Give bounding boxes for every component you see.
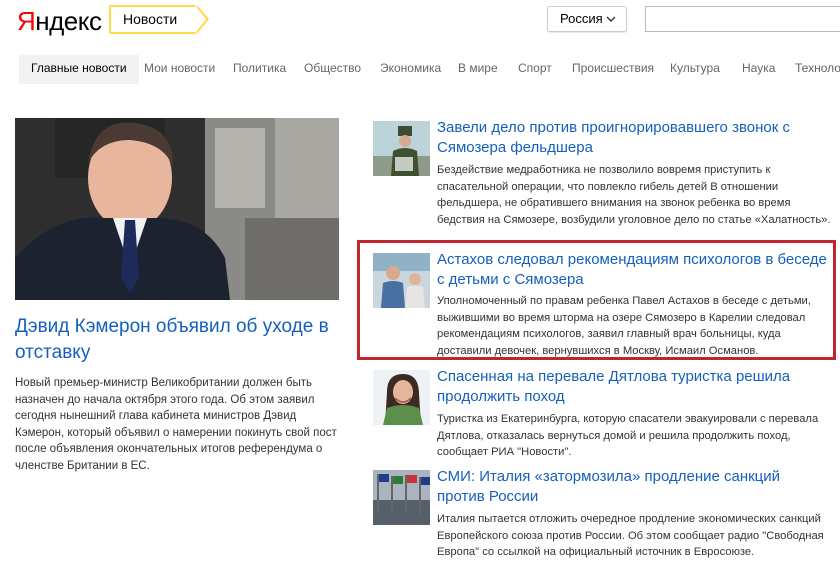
nav-item-science[interactable]: Наука (742, 55, 775, 84)
story-thumbnail[interactable] (373, 370, 430, 425)
story-text: Уполномоченный по правам ребенка Павел А… (437, 295, 811, 357)
region-label: Россия (560, 11, 603, 26)
nav-item-incidents[interactable]: Происшествия (572, 55, 654, 84)
region-selector[interactable]: Россия (547, 6, 627, 32)
story-thumbnail[interactable] (373, 470, 430, 525)
main-story-text: Новый премьер-министр Великобритании дол… (15, 377, 337, 472)
service-name-label: Новости (123, 11, 178, 27)
news-item: Завели дело против проигнорировавшего зв… (373, 118, 833, 238)
nav-item-world[interactable]: В мире (458, 55, 498, 84)
yandex-logo[interactable]: Яндекс (17, 6, 102, 37)
nav-item-main-news[interactable]: Главные новости (19, 55, 139, 84)
story-text: Италия пытается отложить очередное продл… (437, 513, 824, 558)
main-story-title[interactable]: Дэвид Кэмерон объявил об уходе в отставк… (15, 314, 345, 366)
chevron-down-icon (606, 7, 616, 41)
story-text: Бездействие медработника не позволило во… (437, 164, 831, 226)
story-text: Туристка из Екатеринбурга, которую спаса… (437, 413, 819, 458)
nav-item-economy[interactable]: Экономика (380, 55, 441, 84)
main-story-photo[interactable] (15, 118, 339, 300)
story-thumbnail[interactable] (373, 121, 430, 176)
category-nav: Главные новости Мои новости Политика Общ… (19, 55, 840, 84)
nav-item-politics[interactable]: Политика (233, 55, 286, 84)
story-thumbnail[interactable] (373, 253, 430, 308)
logo-text: ндекс (35, 6, 102, 36)
story-title[interactable]: СМИ: Италия «затормозила» продление санк… (437, 467, 827, 507)
story-title[interactable]: Спасенная на перевале Дятлова туристка р… (437, 367, 827, 407)
news-item: СМИ: Италия «затормозила» продление санк… (373, 467, 833, 577)
nav-item-sport[interactable]: Спорт (518, 55, 552, 84)
story-title[interactable]: Астахов следовал рекомендациям психолого… (437, 250, 827, 290)
story-title[interactable]: Завели дело против проигнорировавшего зв… (437, 118, 827, 158)
nav-item-society[interactable]: Общество (304, 55, 361, 84)
nav-item-my-news[interactable]: Мои новости (144, 55, 215, 84)
nav-item-technology[interactable]: Техноло (795, 55, 840, 84)
news-item: Спасенная на перевале Дятлова туристка р… (373, 367, 833, 462)
service-name-tab[interactable]: Новости (109, 5, 209, 34)
news-item: Астахов следовал рекомендациям психолого… (373, 250, 833, 357)
search-input[interactable] (645, 6, 840, 32)
nav-item-culture[interactable]: Культура (670, 55, 720, 84)
logo-letter: Я (17, 6, 36, 36)
